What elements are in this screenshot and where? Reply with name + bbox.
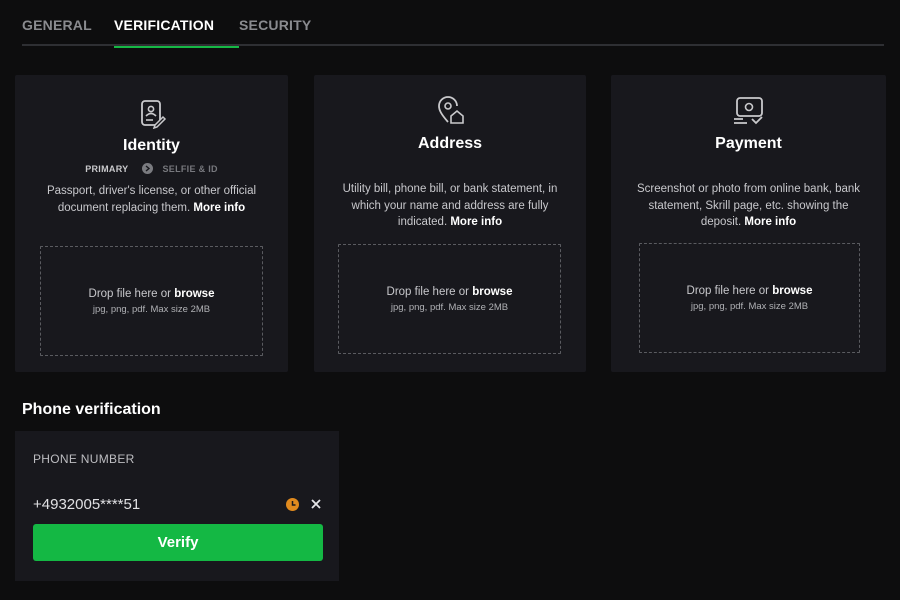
identity-card: Identity PRIMARY SELFIE & ID Passport, d… — [15, 75, 288, 372]
close-icon[interactable] — [309, 497, 323, 511]
drop-label: Drop file here or — [88, 287, 171, 300]
phone-number-label: PHONE NUMBER — [33, 452, 135, 466]
payment-card-icon — [733, 97, 763, 125]
payment-dropzone[interactable]: Drop file here or browse jpg, png, pdf. … — [639, 243, 860, 353]
address-browse-link[interactable]: browse — [472, 286, 512, 298]
identity-dropzone[interactable]: Drop file here or browse jpg, png, pdf. … — [40, 246, 263, 356]
address-title: Address — [417, 135, 483, 152]
identity-browse-link[interactable]: browse — [174, 288, 214, 300]
payment-title: Payment — [715, 135, 782, 152]
clock-pending-icon — [286, 498, 299, 511]
address-description: Utility bill, phone bill, or bank statem… — [342, 183, 558, 228]
phone-number-field[interactable]: +4932005****51 — [33, 496, 140, 513]
payment-more-info-link[interactable]: More info — [744, 216, 796, 228]
identity-more-info-link[interactable]: More info — [193, 202, 245, 214]
file-format-hint: jpg, png, pdf. Max size 2MB — [390, 301, 509, 313]
drop-label: Drop file here or — [386, 285, 469, 298]
tab-verification[interactable]: VERIFICATION — [114, 0, 239, 48]
payment-description: Screenshot or photo from online bank, ba… — [636, 183, 861, 228]
tab-bar: GENERAL VERIFICATION SECURITY — [22, 0, 884, 48]
payment-browse-link[interactable]: browse — [772, 285, 812, 297]
identity-tags: PRIMARY SELFIE & ID — [15, 163, 288, 174]
tab-security[interactable]: SECURITY — [239, 0, 319, 46]
address-card: Address Utility bill, phone bill, or ban… — [314, 75, 586, 372]
tag-primary: PRIMARY — [85, 163, 129, 174]
address-dropzone[interactable]: Drop file here or browse jpg, png, pdf. … — [338, 244, 561, 354]
tab-general[interactable]: GENERAL — [22, 0, 114, 46]
arrow-right-icon — [142, 163, 154, 174]
drop-label: Drop file here or — [686, 284, 769, 297]
identity-title: Identity — [123, 137, 180, 154]
id-document-icon — [140, 100, 166, 129]
file-format-hint: jpg, png, pdf. Max size 2MB — [690, 300, 809, 312]
identity-description: Passport, driver's license, or other off… — [46, 185, 257, 214]
phone-verification-heading: Phone verification — [22, 401, 161, 418]
file-format-hint: jpg, png, pdf. Max size 2MB — [92, 303, 211, 315]
verify-button[interactable]: Verify — [33, 524, 323, 561]
map-pin-home-icon — [438, 96, 464, 124]
tag-selfie-id: SELFIE & ID — [162, 163, 218, 174]
phone-verification-card: PHONE NUMBER +4932005****51 Verify — [15, 431, 339, 581]
payment-card: Payment Screenshot or photo from online … — [611, 75, 886, 372]
address-more-info-link[interactable]: More info — [450, 216, 502, 228]
